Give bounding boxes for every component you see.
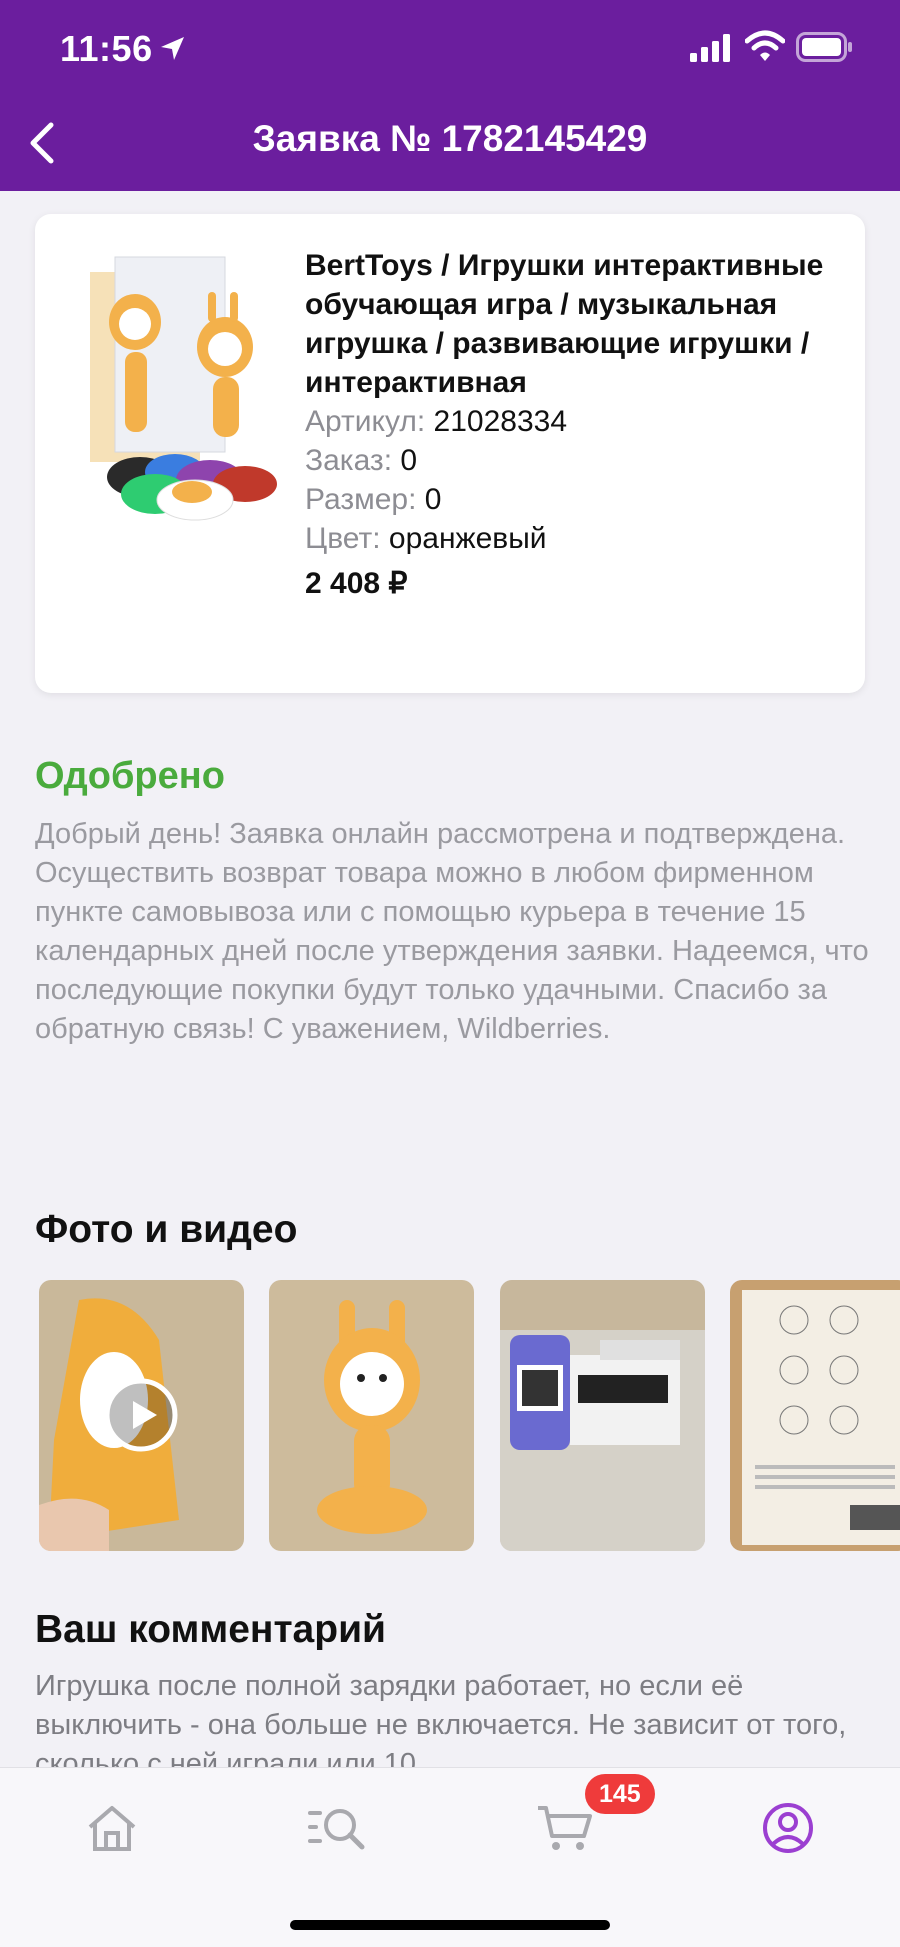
product-card[interactable]: BertToys / Игрушки интерактивные обучающ… [35, 214, 865, 693]
article-row: Артикул: 21028334 [305, 402, 835, 441]
wifi-icon [745, 30, 785, 61]
cart-count-badge: 145 [585, 1774, 655, 1814]
size-value: 0 [424, 483, 442, 516]
order-row: Заказ: 0 [305, 441, 835, 480]
media-thumbnail-video[interactable] [39, 1280, 244, 1551]
top-header: 11:56 Заявка № 1782145429 [0, 0, 900, 191]
status-time: 11:56 [60, 28, 153, 69]
tab-home[interactable] [72, 1793, 152, 1863]
product-price: 2 408 ₽ [305, 567, 408, 600]
location-arrow-icon [161, 37, 184, 60]
order-value: 0 [400, 444, 418, 477]
battery-icon [796, 32, 852, 62]
color-label: Цвет: [305, 522, 381, 555]
product-name: BertToys / Игрушки интерактивные обучающ… [305, 249, 824, 399]
article-value: 21028334 [433, 405, 568, 438]
product-info: BertToys / Игрушки интерактивные обучающ… [305, 246, 835, 601]
search-catalog-icon [308, 1809, 365, 1850]
tab-catalog-search[interactable] [297, 1793, 377, 1863]
home-indicator [290, 1920, 610, 1930]
color-row: Цвет: оранжевый [305, 519, 835, 558]
media-thumbnail-photo[interactable] [730, 1280, 900, 1551]
size-row: Размер: 0 [305, 480, 835, 519]
comment-text: Игрушка после полной зарядки работает, н… [35, 1670, 847, 1767]
page-title: Заявка № 1782145429 [252, 118, 648, 159]
cellular-signal-icon [690, 34, 730, 62]
cart-icon [538, 1806, 592, 1850]
media-thumbnail-photo[interactable] [500, 1280, 705, 1551]
photo-package-image [500, 1280, 705, 1551]
profile-icon [763, 1803, 813, 1853]
media-section-title: Фото и видео [35, 1208, 298, 1251]
play-icon [104, 1378, 178, 1452]
status-message: Добрый день! Заявка онлайн рассмотрена и… [35, 818, 869, 1045]
photo-toy-image [269, 1280, 474, 1551]
color-value: оранжевый [388, 522, 547, 555]
status-title: Одобрено [35, 755, 225, 797]
home-icon [88, 1806, 136, 1851]
media-thumbnail-photo[interactable] [269, 1280, 474, 1551]
product-image [90, 256, 277, 521]
size-label: Размер: [305, 483, 417, 516]
photo-box-back-image [730, 1280, 900, 1551]
comment-section-title: Ваш комментарий [35, 1608, 387, 1651]
article-label: Артикул: [305, 405, 426, 438]
tab-profile[interactable] [748, 1793, 828, 1863]
order-label: Заказ: [305, 444, 393, 477]
